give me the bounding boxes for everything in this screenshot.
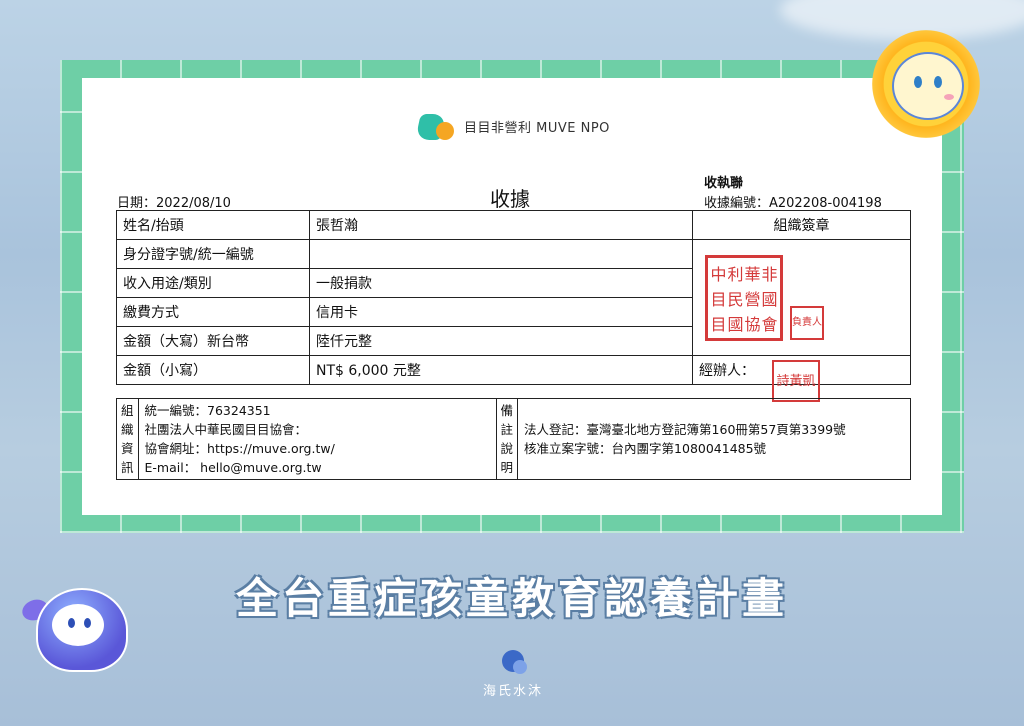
notes-lines: 法人登記：臺灣臺北地方登記簿第160冊第57頁第3399號 核准立案字號：台內團… — [517, 398, 911, 480]
table-row: 身分證字號/統一編號 — [116, 239, 911, 356]
receipt-date: 日期：2022/08/10 — [117, 196, 231, 211]
brand-name: 海氏水沐 — [482, 684, 543, 699]
muve-logo-icon — [415, 108, 456, 144]
representative-seal: 負責人 — [790, 306, 824, 340]
brand-icon — [498, 648, 528, 676]
npo-logo: 目目非營利 MUVE NPO — [415, 108, 610, 144]
copy-label: 收執聯 — [704, 176, 744, 191]
receipt-title: 收據 — [490, 187, 530, 211]
row-label: 身分證字號/統一編號 — [116, 239, 310, 269]
row-value: 陸仟元整 — [309, 326, 693, 356]
row-value — [309, 239, 693, 269]
receipt-table: 姓名/抬頭 張哲瀚 組織簽章 身分證字號/統一編號 收入用途/類別 一般捐款 繳… — [116, 210, 911, 385]
receipt-number: 收據編號：A202208-004198 — [704, 196, 882, 211]
org-info-lines: 統一編號：76324351 社團法人中華民國目目協會： 協會網址：https:/… — [137, 398, 497, 480]
handler-seal: 詩黃凱 — [772, 360, 820, 402]
org-info-side-label: 組織資訊 — [116, 398, 139, 480]
row-value: NT$ 6,000 元整 — [309, 355, 693, 385]
row-label: 姓名/抬頭 — [116, 210, 310, 240]
org-info-table: 組織資訊 統一編號：76324351 社團法人中華民國目目協會： 協會網址：ht… — [116, 398, 911, 480]
logo-text: 目目非營利 MUVE NPO — [464, 120, 610, 136]
row-label: 金額（小寫） — [116, 355, 310, 385]
row-label: 繳費方式 — [116, 297, 310, 327]
row-label: 收入用途/類別 — [116, 268, 310, 298]
table-row: 姓名/抬頭 張哲瀚 組織簽章 — [116, 210, 911, 240]
organization-seal: 中利華 非目民 營國目 國協會 — [705, 255, 783, 341]
row-value: 張哲瀚 — [309, 210, 693, 240]
row-value: 一般捐款 — [309, 268, 693, 298]
seal-header: 組織簽章 — [692, 210, 911, 240]
campaign-title: 全台重症孩童教育認養計畫 — [235, 574, 788, 623]
row-label: 金額（大寫）新台幣 — [116, 326, 310, 356]
sun-mascot-icon — [872, 30, 980, 138]
row-value: 信用卡 — [309, 297, 693, 327]
notes-side-label: 備註說明 — [495, 398, 519, 480]
brand-logo: 海氏水沐 — [474, 648, 552, 699]
